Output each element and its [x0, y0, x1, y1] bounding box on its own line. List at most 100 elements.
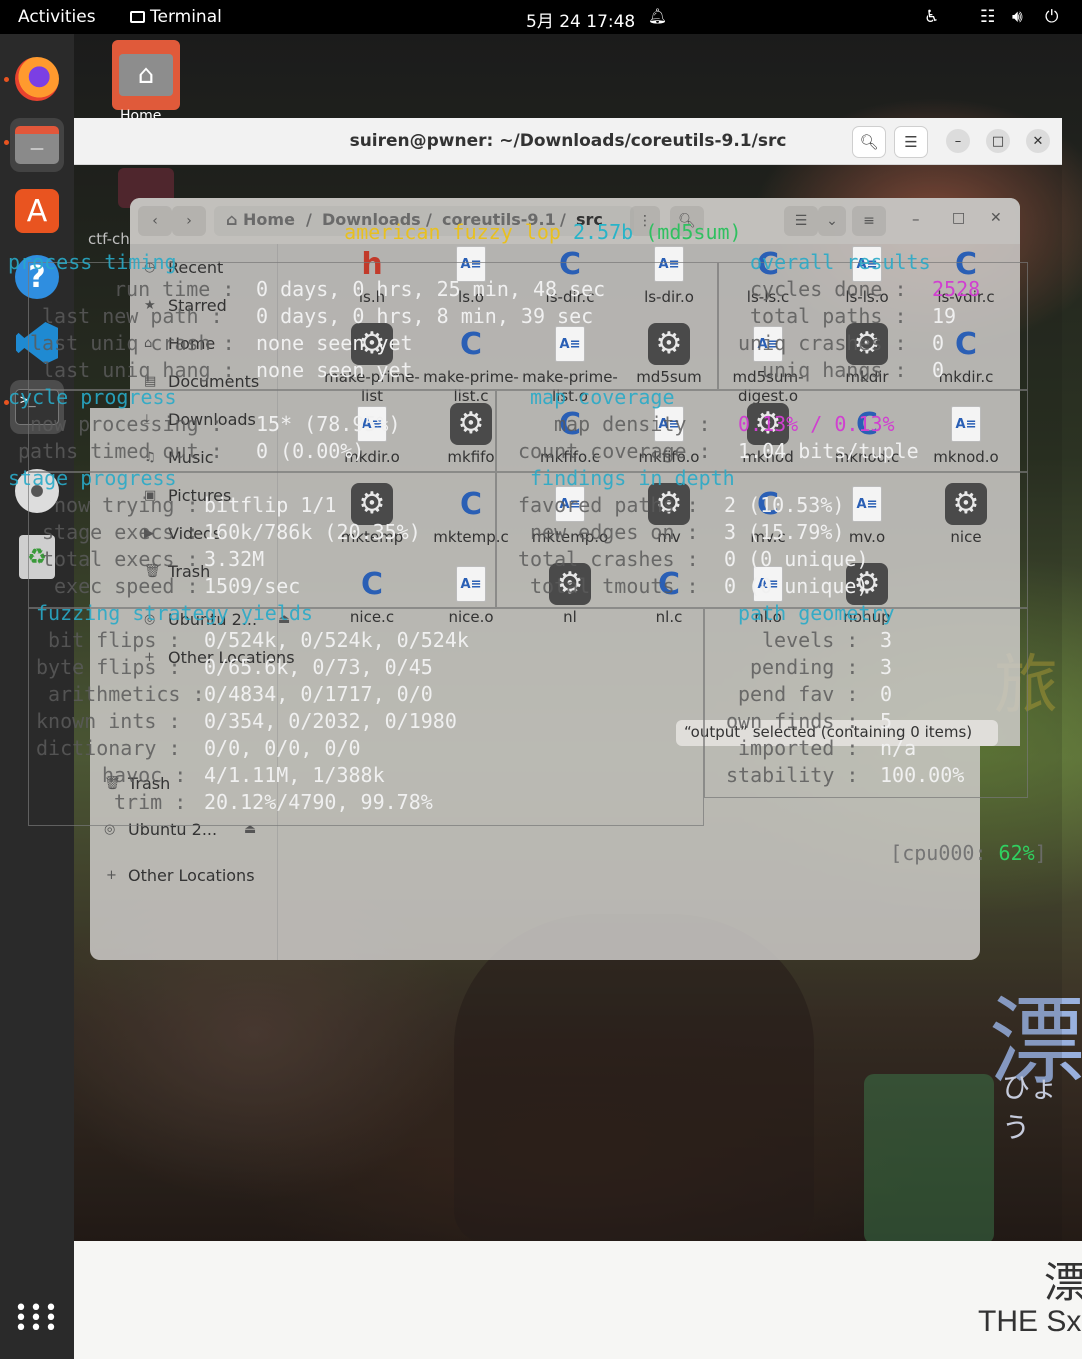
file-item[interactable]: ⚙ mkdir: [819, 322, 915, 387]
terminal-icon[interactable]: >_: [10, 380, 64, 434]
file-item[interactable]: Cls-dir.c: [522, 242, 618, 307]
c-source-file-icon: C: [449, 322, 493, 366]
file-item[interactable]: A≡ mkdir.o: [324, 402, 420, 467]
file-item[interactable]: Cmknod.c: [819, 402, 915, 467]
file-item[interactable]: ⚙ make-prime-list: [324, 322, 420, 406]
file-item[interactable]: Cmkdir.c: [918, 322, 1014, 387]
c-source-file-icon-glyph: C: [459, 486, 483, 522]
file-item[interactable]: A≡ mkfifo.o: [621, 402, 717, 467]
clock[interactable]: 5月 24 17:48: [526, 7, 635, 32]
files-icon[interactable]: —: [10, 118, 64, 172]
disc-icon[interactable]: [10, 464, 64, 518]
help-icon[interactable]: ?: [10, 250, 64, 304]
running-indicator: [4, 77, 9, 82]
file-item[interactable]: Cls-vdir.c: [918, 242, 1014, 307]
sidebar-item-videos[interactable]: Videos: [168, 524, 221, 543]
lower-sidebar-ubuntu[interactable]: Ubuntu 2...: [128, 820, 217, 839]
home-icon: ⌂: [144, 336, 153, 351]
file-item[interactable]: A≡ md5sum-digest.o: [720, 322, 816, 406]
file-item[interactable]: h ls.h: [324, 242, 420, 307]
sidebar-item-documents[interactable]: Documents: [168, 372, 259, 391]
file-item[interactable]: Cls-ls.c: [720, 242, 816, 307]
bell-icon[interactable]: 🔔︎: [648, 7, 667, 25]
file-item[interactable]: ⚙ mknod: [720, 402, 816, 467]
file-name: ls-ls.c: [746, 288, 790, 306]
search-button[interactable]: 🔍︎: [852, 126, 886, 158]
file-item[interactable]: A≡ nice.o: [423, 562, 519, 627]
sidebar-item-ubuntu[interactable]: Ubuntu 2...: [168, 610, 257, 629]
files-search-button[interactable]: 🔍︎: [670, 206, 704, 236]
firefox-icon[interactable]: [10, 52, 64, 106]
file-item[interactable]: ⚙ nohup: [819, 562, 915, 627]
menu-button[interactable]: ☰: [894, 126, 928, 158]
file-item[interactable]: A≡ make-prime-list.o: [522, 322, 618, 406]
file-item[interactable]: A≡ mknod.o: [918, 402, 1014, 467]
file-item[interactable]: Cmkfifo.c: [522, 402, 618, 467]
file-item[interactable]: ⚙ nice: [918, 482, 1014, 547]
power-icon[interactable]: ⏻: [1045, 7, 1058, 27]
maximize-button[interactable]: □: [986, 129, 1010, 153]
file-item[interactable]: A≡ nl.o: [720, 562, 816, 627]
file-item[interactable]: A≡ mktemp.o: [522, 482, 618, 547]
sidebar-item-home[interactable]: Home: [168, 334, 215, 353]
path-coreutils[interactable]: coreutils-9.1: [442, 210, 556, 229]
file-item[interactable]: Cmv.c: [720, 482, 816, 547]
path-menu-button[interactable]: ⋮: [630, 206, 660, 236]
accessibility-icon[interactable]: ♿︎: [924, 7, 939, 27]
files-menu-button[interactable]: ≡: [852, 206, 886, 236]
terminal-app-menu[interactable]: Terminal: [130, 7, 222, 27]
file-name: ls-ls.o: [845, 288, 889, 306]
vscode-icon[interactable]: [10, 316, 64, 370]
object-file-icon: A≡: [746, 562, 790, 606]
file-item[interactable]: ⚙ mkfifo: [423, 402, 519, 467]
desktop-home-icon[interactable]: ⌂: [112, 40, 180, 110]
network-icon[interactable]: ☷: [980, 7, 995, 27]
view-list-button[interactable]: ☰: [784, 206, 818, 236]
activities-button[interactable]: Activities: [18, 7, 96, 27]
files-maximize-button[interactable]: □: [952, 210, 965, 226]
forward-button[interactable]: ›: [172, 206, 206, 236]
sidebar-item-starred[interactable]: Starred: [168, 296, 227, 315]
view-options-button[interactable]: ⌄: [818, 206, 846, 236]
path-home[interactable]: ⌂ Home: [226, 210, 295, 229]
files-window[interactable]: ‹ › ⌂ Home / Downloads / coreutils-9.1 /…: [90, 198, 1020, 960]
files-close-button[interactable]: ✕: [990, 210, 1002, 226]
show-apps-icon[interactable]: ••• ••• •••: [10, 1292, 64, 1346]
file-item[interactable]: A≡ ls.o: [423, 242, 519, 307]
eject-icon[interactable]: ⏏: [278, 612, 290, 627]
plus-icon: +: [106, 868, 117, 883]
file-item[interactable]: ⚙ mv: [621, 482, 717, 547]
files-minimize-button[interactable]: –: [912, 210, 920, 228]
app-center-icon[interactable]: A: [10, 184, 64, 238]
sidebar-item-other-locations[interactable]: Other Locations: [168, 648, 295, 667]
sidebar-item-pictures[interactable]: Pictures: [168, 486, 231, 505]
sidebar-item-music[interactable]: Music: [168, 448, 214, 467]
file-item[interactable]: Cmake-prime-list.c: [423, 322, 519, 406]
path-downloads[interactable]: Downloads: [322, 210, 421, 229]
file-item[interactable]: ⚙ nl: [522, 562, 618, 627]
lower-sidebar-trash[interactable]: Trash: [128, 774, 170, 793]
object-file-icon-glyph: A≡: [753, 566, 783, 602]
file-item[interactable]: Cnice.c: [324, 562, 420, 627]
back-button[interactable]: ‹: [138, 206, 172, 236]
file-item[interactable]: A≡ ls-dir.o: [621, 242, 717, 307]
lower-sidebar-other-locations[interactable]: Other Locations: [128, 866, 255, 885]
file-name: mknod.o: [933, 448, 999, 466]
minimize-button[interactable]: –: [946, 129, 970, 153]
close-button[interactable]: ✕: [1026, 129, 1050, 153]
file-item[interactable]: Cnl.c: [621, 562, 717, 627]
file-item[interactable]: A≡ ls-ls.o: [819, 242, 915, 307]
trash-icon[interactable]: ♻: [10, 530, 64, 584]
other-locations-icon: +: [144, 650, 155, 665]
eject-icon[interactable]: ⏏: [244, 822, 256, 837]
sidebar-item-trash[interactable]: Trash: [168, 562, 210, 581]
file-item[interactable]: A≡ mv.o: [819, 482, 915, 547]
file-item[interactable]: ⚙ mktemp: [324, 482, 420, 547]
sidebar-item-downloads[interactable]: Downloads: [168, 410, 256, 429]
file-item[interactable]: ⚙ md5sum: [621, 322, 717, 387]
file-item[interactable]: Cmktemp.c: [423, 482, 519, 547]
path-src[interactable]: src: [576, 210, 603, 229]
volume-icon[interactable]: 🔊︎: [1012, 7, 1023, 27]
sidebar-item-recent[interactable]: Recent: [168, 258, 223, 277]
terminal-titlebar[interactable]: suiren@pwner: ~/Downloads/coreutils-9.1/…: [74, 118, 1062, 165]
